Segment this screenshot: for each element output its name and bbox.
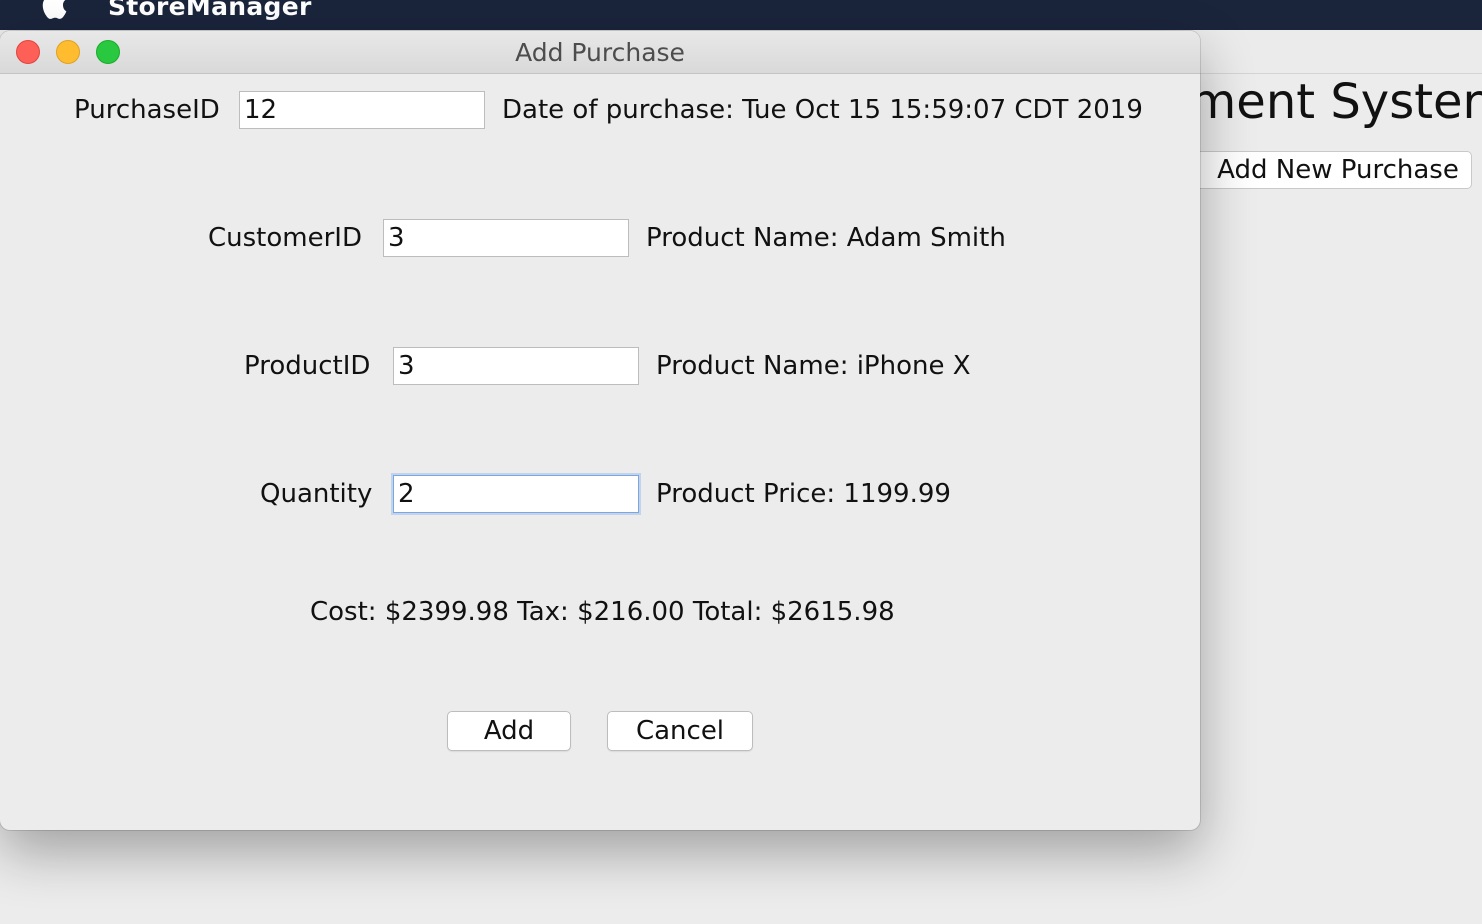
- close-window-icon[interactable]: [16, 40, 40, 64]
- apple-logo-icon[interactable]: [40, 0, 68, 20]
- customer-name-text: Product Name: Adam Smith: [646, 223, 1006, 253]
- add-new-purchase-button[interactable]: Add New Purchase: [1190, 151, 1472, 189]
- cancel-button[interactable]: Cancel: [607, 711, 753, 751]
- customer-id-label: CustomerID: [208, 223, 362, 253]
- add-button[interactable]: Add: [447, 711, 571, 751]
- totals-summary-text: Cost: $2399.98 Tax: $216.00 Total: $2615…: [310, 597, 895, 627]
- date-of-purchase-text: Date of purchase: Tue Oct 15 15:59:07 CD…: [502, 95, 1143, 125]
- purchase-id-label: PurchaseID: [74, 95, 220, 125]
- menu-bar: StoreManager: [0, 0, 1482, 30]
- customer-id-input[interactable]: [383, 219, 629, 257]
- add-purchase-dialog: Add Purchase PurchaseID Date of purchase…: [0, 31, 1200, 830]
- app-menu-name[interactable]: StoreManager: [108, 0, 312, 21]
- quantity-label: Quantity: [260, 479, 373, 509]
- dialog-titlebar[interactable]: Add Purchase: [0, 31, 1200, 74]
- purchase-id-input[interactable]: [239, 91, 485, 129]
- product-id-input[interactable]: [393, 347, 639, 385]
- main-window-heading: ement Syster: [1160, 74, 1482, 130]
- product-name-text: Product Name: iPhone X: [656, 351, 971, 381]
- quantity-input[interactable]: [393, 475, 639, 513]
- product-price-text: Product Price: 1199.99: [656, 479, 951, 509]
- minimize-window-icon[interactable]: [56, 40, 80, 64]
- product-id-label: ProductID: [244, 351, 371, 381]
- dialog-title: Add Purchase: [515, 38, 685, 67]
- maximize-window-icon[interactable]: [96, 40, 120, 64]
